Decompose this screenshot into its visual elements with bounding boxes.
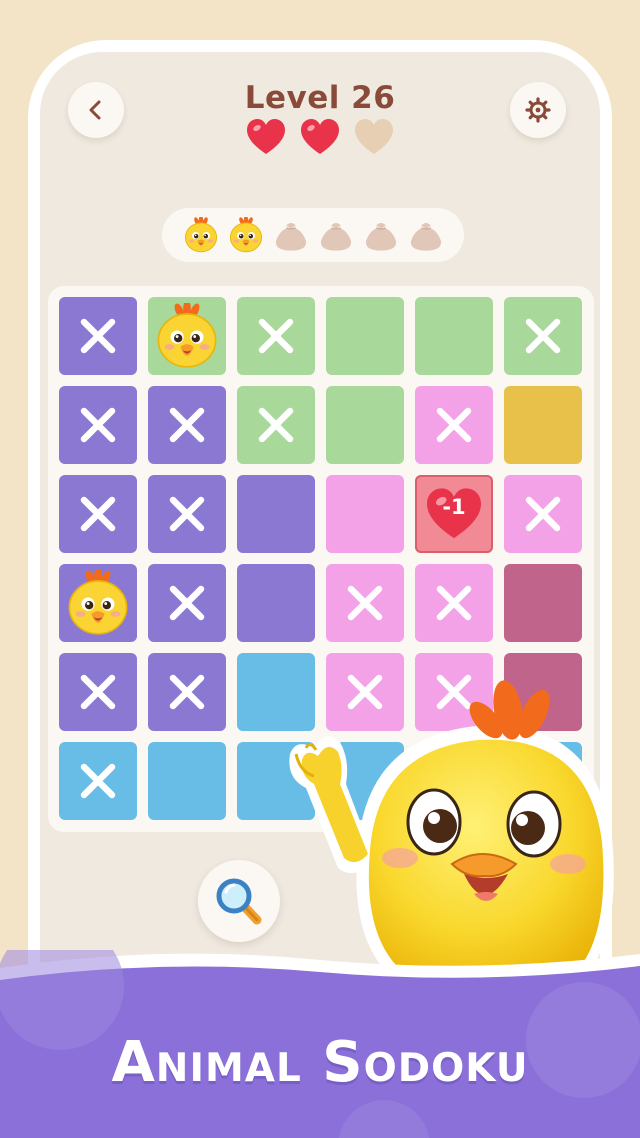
penalty-label: -1	[442, 495, 466, 519]
grid-cell[interactable]	[504, 475, 582, 553]
chick-progress-bar	[162, 208, 464, 262]
grid-cell[interactable]	[237, 297, 315, 375]
x-mark-icon	[436, 585, 472, 621]
grid-cell[interactable]	[415, 297, 493, 375]
grid-cell[interactable]	[59, 475, 137, 553]
x-mark-icon	[80, 407, 116, 443]
chick-icon	[154, 303, 220, 369]
grid-cell[interactable]	[415, 564, 493, 642]
grid-cell[interactable]	[148, 653, 226, 731]
grid-cell[interactable]	[148, 564, 226, 642]
hint-button[interactable]	[198, 860, 280, 942]
x-mark-icon	[80, 318, 116, 354]
grid-cell[interactable]	[148, 297, 226, 375]
x-mark-icon	[169, 585, 205, 621]
grid-cell[interactable]	[326, 386, 404, 464]
level-title: Level 26	[244, 80, 396, 116]
magnifier-icon	[216, 878, 262, 925]
x-mark-icon	[169, 674, 205, 710]
grid-cell[interactable]	[148, 386, 226, 464]
grid-cell[interactable]	[59, 742, 137, 820]
settings-button[interactable]	[510, 82, 566, 138]
chevron-left-icon	[89, 100, 101, 120]
grid-cell[interactable]	[415, 386, 493, 464]
x-mark-icon	[525, 496, 561, 532]
grid-cell[interactable]	[148, 475, 226, 553]
chick-icon	[183, 215, 219, 253]
gear-icon	[525, 97, 551, 123]
back-button[interactable]	[68, 82, 124, 138]
grid-cell[interactable]	[504, 297, 582, 375]
sack-icon	[273, 217, 309, 253]
grid-cell[interactable]	[237, 564, 315, 642]
grid-cell[interactable]	[237, 475, 315, 553]
sack-icon	[363, 217, 399, 253]
grid-cell[interactable]	[148, 742, 226, 820]
heart-full-icon	[247, 119, 285, 154]
grid-cell[interactable]	[326, 564, 404, 642]
sack-icon	[408, 217, 444, 253]
x-mark-icon	[258, 318, 294, 354]
x-mark-icon	[80, 674, 116, 710]
x-mark-icon	[347, 585, 383, 621]
grid-cell[interactable]	[326, 475, 404, 553]
grid-cell[interactable]	[59, 564, 137, 642]
grid-cell[interactable]	[504, 564, 582, 642]
x-mark-icon	[80, 763, 116, 799]
lives-hearts	[246, 118, 394, 156]
grid-cell[interactable]	[59, 297, 137, 375]
x-mark-icon	[436, 407, 472, 443]
penalty-heart-icon: -1	[425, 487, 483, 541]
x-mark-icon	[80, 496, 116, 532]
chick-icon	[228, 215, 264, 253]
grid-cell[interactable]	[504, 386, 582, 464]
sack-icon	[318, 217, 354, 253]
x-mark-icon	[258, 407, 294, 443]
grid-cell[interactable]: -1	[415, 475, 493, 553]
x-mark-icon	[525, 318, 561, 354]
banner-title: Animal Sodoku	[111, 1030, 529, 1095]
chick-icon	[65, 570, 131, 636]
heart-empty-icon	[355, 119, 393, 154]
grid-cell[interactable]	[326, 297, 404, 375]
heart-full-icon	[301, 119, 339, 154]
x-mark-icon	[169, 496, 205, 532]
grid-cell[interactable]	[237, 386, 315, 464]
grid-cell[interactable]	[59, 653, 137, 731]
x-mark-icon	[169, 407, 205, 443]
grid-cell[interactable]	[59, 386, 137, 464]
